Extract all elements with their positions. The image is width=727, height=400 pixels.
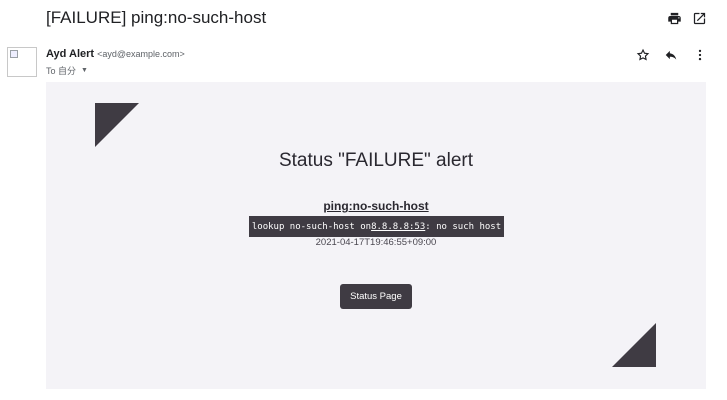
sender-line: Ayd Alert <ayd@example.com>: [46, 48, 185, 60]
open-in-new-icon[interactable]: [691, 10, 707, 26]
broken-image-icon: [10, 50, 18, 58]
star-icon[interactable]: [635, 47, 651, 63]
email-body: Status "FAILURE" alert ping:no-such-host…: [46, 82, 706, 389]
print-icon[interactable]: [666, 10, 682, 26]
recipient-line[interactable]: To 自分 ▼: [46, 64, 88, 77]
alert-title: Status "FAILURE" alert: [278, 150, 474, 171]
recipient-label: To 自分: [46, 66, 77, 76]
error-message: lookup no-such-host on 8.8.8.8:53: no su…: [249, 216, 504, 237]
target-link[interactable]: ping:no-such-host: [46, 199, 706, 213]
error-message-suffix: : no such host: [425, 221, 502, 232]
reply-icon[interactable]: [663, 47, 679, 63]
error-message-prefix: lookup no-such-host on: [251, 221, 372, 232]
alert-timestamp: 2021-04-17T19:46:55+09:00: [315, 237, 437, 248]
sender-email: <ayd@example.com>: [97, 49, 185, 59]
status-page-button[interactable]: Status Page: [340, 284, 412, 309]
chevron-down-icon[interactable]: ▼: [81, 67, 88, 74]
email-subject: [FAILURE] ping:no-such-host: [46, 8, 267, 27]
avatar: [7, 47, 37, 77]
corner-decoration-top-left: [95, 103, 139, 147]
dns-server-link[interactable]: 8.8.8.8:53: [371, 222, 425, 232]
more-vert-icon[interactable]: [692, 47, 708, 63]
sender-name[interactable]: Ayd Alert: [46, 48, 94, 60]
corner-decoration-bottom-right: [612, 323, 656, 367]
